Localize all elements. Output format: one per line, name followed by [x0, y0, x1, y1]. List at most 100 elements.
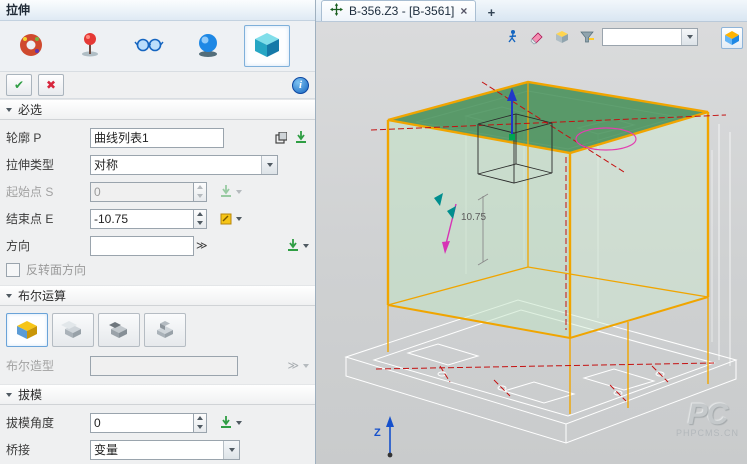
- end-point-spinner[interactable]: [194, 209, 207, 229]
- collapse-icon: [6, 108, 12, 112]
- end-point-label: 结束点 E: [6, 210, 90, 227]
- watermark: PC PHPCMS.CN: [676, 402, 739, 438]
- flip-face-label: 反转面方向: [26, 261, 86, 278]
- start-options-dropdown[interactable]: [236, 190, 242, 194]
- viewport-area: B-356.Z3 - [B-3561] × +: [316, 0, 747, 464]
- end-point-input[interactable]: [90, 209, 194, 229]
- show-target-button[interactable]: [552, 27, 572, 47]
- section-body-boolean: 布尔造型 ≫: [0, 306, 315, 384]
- flip-face-checkbox[interactable]: [6, 263, 20, 277]
- view-orientation-button[interactable]: [721, 27, 743, 49]
- direction-input[interactable]: [90, 236, 194, 256]
- draft-angle-input[interactable]: [90, 413, 194, 433]
- direction-expand-button[interactable]: ≫: [194, 239, 210, 252]
- bool-intersect-icon: [151, 319, 179, 341]
- extrude-type-value: 对称: [91, 156, 261, 173]
- panel-title: 拉伸: [0, 0, 315, 21]
- boolean-expand-button[interactable]: ≫: [285, 359, 301, 372]
- filter-select[interactable]: [602, 28, 698, 46]
- end-expression-icon[interactable]: [217, 210, 234, 227]
- chevron-down-icon: [261, 156, 277, 174]
- start-point-input[interactable]: [90, 182, 194, 202]
- iso-view-icon: [724, 30, 740, 46]
- palette-button[interactable]: [8, 25, 54, 67]
- watermark-logo: PC: [676, 402, 739, 428]
- start-point-spinner[interactable]: [194, 182, 207, 202]
- boolean-shape-label: 布尔造型: [6, 357, 90, 374]
- bool-subtract-button[interactable]: [98, 313, 140, 347]
- erase-button[interactable]: [527, 27, 547, 47]
- bridge-label: 桥接: [6, 441, 90, 458]
- draft-pick-icon[interactable]: [217, 414, 234, 431]
- preview-glasses-button[interactable]: [126, 25, 172, 67]
- section-header-draft[interactable]: 拔模: [0, 384, 315, 405]
- 3d-scene[interactable]: 10.75 Z: [316, 22, 747, 464]
- pin-button[interactable]: [67, 25, 113, 67]
- extrude-solid[interactable]: [388, 82, 708, 338]
- dimension-value[interactable]: 10.75: [461, 212, 486, 223]
- direction-pick-icon[interactable]: [284, 237, 301, 254]
- section-header-required[interactable]: 必选: [0, 99, 315, 120]
- extrude-type-row: 拉伸类型 对称: [6, 151, 309, 178]
- end-options-dropdown[interactable]: [236, 217, 242, 221]
- tab-move-icon: [330, 3, 343, 19]
- draft-options-dropdown[interactable]: [236, 421, 242, 425]
- eraser-icon: [529, 29, 545, 45]
- direction-label: 方向: [6, 237, 90, 254]
- close-icon: ✖: [46, 78, 56, 92]
- bool-intersect-button[interactable]: [144, 313, 186, 347]
- application-window: 拉伸: [0, 0, 747, 464]
- section-title: 拔模: [18, 386, 42, 403]
- profile-label: 轮廓 P: [6, 129, 90, 146]
- walk-through-button[interactable]: [502, 27, 522, 47]
- axis-triad: Z: [374, 416, 394, 457]
- ok-button[interactable]: ✔: [6, 74, 32, 96]
- start-point-label: 起始点 S: [6, 183, 90, 200]
- extrude-command-panel: 拉伸: [0, 0, 316, 464]
- direction-row: 方向 ≫: [6, 232, 309, 259]
- check-icon: ✔: [14, 78, 24, 92]
- section-header-boolean[interactable]: 布尔运算: [0, 285, 315, 306]
- pick-from-list-icon[interactable]: [292, 129, 309, 146]
- filter-icon: [579, 29, 595, 45]
- curve-list-icon[interactable]: [272, 129, 289, 146]
- bool-add-button[interactable]: [52, 313, 94, 347]
- bridge-row: 桥接 变量: [6, 436, 309, 463]
- info-icon: i: [299, 79, 302, 91]
- section-title: 必选: [18, 101, 42, 118]
- confirm-row: ✔ ✖ i: [0, 72, 315, 99]
- new-tab-button[interactable]: +: [481, 3, 501, 21]
- extrude-type-select[interactable]: 对称: [90, 155, 278, 175]
- draft-angle-row: 拔模角度: [6, 409, 309, 436]
- end-point-row: 结束点 E: [6, 205, 309, 232]
- watermark-text: PHPCMS.CN: [676, 428, 739, 438]
- filter-button[interactable]: [577, 27, 597, 47]
- profile-input[interactable]: [90, 128, 224, 148]
- extrude-type-label: 拉伸类型: [6, 156, 90, 173]
- draft-angle-spinner[interactable]: [194, 413, 207, 433]
- boolean-shape-input[interactable]: [90, 356, 238, 376]
- sphere-icon: [193, 30, 223, 63]
- start-pick-icon[interactable]: [217, 183, 234, 200]
- solid-display-button[interactable]: [244, 25, 290, 67]
- document-tab[interactable]: B-356.Z3 - [B-3561] ×: [321, 0, 476, 21]
- collapse-icon: [6, 393, 12, 397]
- bool-add-icon: [59, 319, 87, 341]
- boolean-options-dropdown[interactable]: [303, 364, 309, 368]
- bridge-select[interactable]: 变量: [90, 440, 240, 460]
- tab-close-button[interactable]: ×: [460, 5, 467, 17]
- section-body-required: 轮廓 P 拉伸类型 对称 起始点 S: [0, 120, 315, 285]
- direction-options-dropdown[interactable]: [303, 244, 309, 248]
- info-button[interactable]: i: [292, 77, 309, 94]
- bool-base-button[interactable]: [6, 313, 48, 347]
- glasses-icon: [134, 30, 164, 63]
- boolean-shape-row: 布尔造型 ≫: [6, 352, 309, 379]
- target-cube-icon: [554, 29, 570, 45]
- start-point-row: 起始点 S: [6, 178, 309, 205]
- cube-icon: [252, 30, 282, 63]
- tab-title: B-356.Z3 - [B-3561]: [349, 4, 454, 18]
- draft-angle-label: 拔模角度: [6, 414, 90, 431]
- sphere-display-button[interactable]: [185, 25, 231, 67]
- cancel-button[interactable]: ✖: [38, 74, 64, 96]
- collapse-icon: [6, 294, 12, 298]
